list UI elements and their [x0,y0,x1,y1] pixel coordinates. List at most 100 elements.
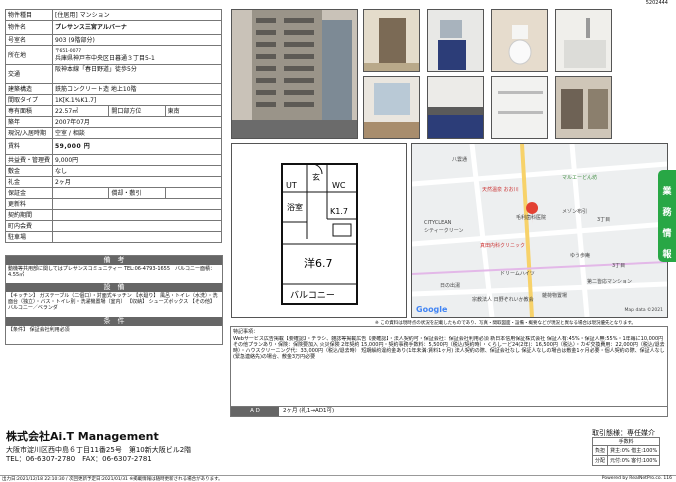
status-value: 空室 / 相談 [52,127,222,139]
building-photo [231,9,358,139]
floor-plan: 玄 UT WC 浴室 K1.7 洋6.7 バルコニー [281,163,358,305]
deposit-value: なし [52,165,222,177]
built-value: 2007年07月 [52,116,222,128]
building-image [232,10,357,138]
business-info-tab[interactable]: 業 務 情 報 [658,170,676,262]
plan-label-wc: WC [332,181,346,190]
property-name: プレサンス三宮アルバーナ [52,20,222,35]
type-label: 物件種目 [5,9,53,21]
kitchen-image [428,77,483,138]
type-value: [住居用] マンション [52,9,222,21]
layout-value: 1K[K.1%K1.7] [52,94,222,106]
map-label-1: マルエーどん坊 [562,175,598,181]
google-logo: Google [416,305,448,314]
map-label-10: 第二皆応マンション [587,279,633,285]
footer-right: Powered by RealNetPro.co. 116 [601,476,672,481]
address-value: 兵庫県神戸市中央区日暮通３丁目5-1 [55,55,155,62]
map-label-13: 宗教法人 日野ぞれいか教会 [472,297,534,303]
remarks-text: 動機等共用部に関してはプレサンスコミュニティー TEL:06-4793-1655… [8,266,215,278]
side-tab-char-1: 務 [662,208,672,218]
plan-label-kitchen: K1.7 [330,207,348,216]
guarantee-label: 保証金 [5,187,53,199]
photo-toilet [491,9,548,72]
side-tab-char-2: 情 [662,229,672,239]
amort-label: 償却・敷引 [108,187,166,199]
townfee-value [52,220,222,232]
map-label-11: ドリームハイツ [500,271,535,277]
photo-washroom [427,9,484,72]
structure-label: 建築構造 [5,83,53,95]
contract-label: 契約期間 [5,209,53,221]
map-label-12: 日の出湯 [440,283,461,289]
equipment-text: 【キッチン】 ガステーブル（二個口）・対面式キッチン 【水廻り】 風呂・トイレ（… [8,293,218,311]
lobby-image [556,77,611,138]
rent-label: 賃料 [5,138,53,155]
parking-label: 駐車場 [5,231,53,243]
fee-value: 9,000円 [52,154,222,166]
notes-panel: 備 考 動機等共用部に関してはプレサンスコミュニティー TEL:06-4793-… [5,255,223,345]
washroom-image [428,10,483,71]
special-text: Webサービス広告掲載【要確認】・チラシ、雑誌等掲載広告【要確認】・法人契約可・… [233,336,665,360]
special-label: 特記事項： [233,329,259,335]
plan-label-western: 洋6.7 [304,256,333,270]
remarks-header: 備 考 [6,256,222,265]
address-postal: 〒651-0077 [55,49,82,54]
address-label: 所在地 [5,45,53,65]
map-label-6: シティークリーン [424,228,464,234]
footer-left: 出力日:2021/12/18 22:10:30 / 次回更新予定日:2021/0… [2,477,223,482]
amort-value [164,187,223,199]
key-money-value: 2ヶ月 [52,176,222,188]
photo-kitchen [427,76,484,139]
bathroom-image [556,10,611,71]
entrance-image [364,10,419,71]
toilet-image [492,10,547,71]
map-label-9: ゆう歩庵 [570,253,591,259]
ad-label: A D [231,407,279,416]
townfee-label: 町内会費 [5,220,53,232]
area-value: 22.57㎡ [51,105,110,117]
commission-table: 手数料 負担 貸主:0% 借主:100% 分配 元付:0% 客付:100% [591,437,661,466]
property-spec-table: 物件種目 [住居用] マンション 物件名 プレサンス三宮アルバーナ 号室名 903 (… [5,9,223,243]
structure-value: 鉄筋コンクリート造 地上10階 [52,83,222,95]
map-label-3: メゾン布引 [562,209,588,215]
transport-value: 阪神本線「春日野道」徒歩5分 [52,64,222,84]
key-money-label: 礼金 [5,176,53,188]
fee-row2-label: 分配 [591,455,609,466]
photo-room [363,76,420,139]
map-data-credit: Map data ©2021 [624,308,663,313]
room-label: 号室名 [5,34,53,46]
guarantee-value [51,187,110,199]
rent-value: 59,000 円 [52,138,222,155]
name-label: 物件名 [5,20,53,35]
plan-label-entrance: 玄 [312,172,320,182]
fee-row2-value: 元付:0% 客付:100% [607,455,661,466]
plan-label-ut: UT [286,181,297,190]
plan-label-bath: 浴室 [287,202,303,212]
ad-value: 2ヶ月 (礼1→AD1可) [283,408,335,414]
map-label-14: 雑荷物置場 [542,293,568,299]
side-tab-char-0: 業 [662,187,672,197]
map-label-2: 天然温泉 おお川 [482,187,519,193]
map-label-4: 3丁目 [597,217,611,223]
map-panel[interactable]: 八雲通 マルエーどん坊 天然温泉 おお川 メゾン布引 3丁目 CITYCLEAN… [411,143,668,318]
map-label-7: 毛利歯科医院 [516,215,547,221]
fee-row1-label: 負担 [591,445,609,456]
direction-label: 開口部方位 [108,105,166,117]
special-notes-panel: 特記事項： Webサービス広告掲載【要確認】・チラシ、雑誌等掲載広告【要確認】・… [230,326,668,417]
equipment-header: 設 備 [6,283,222,292]
parking-value [52,231,222,243]
floor-plan-panel: 玄 UT WC 浴室 K1.7 洋6.7 バルコニー [231,143,407,318]
status-label: 現況/入居時期 [5,127,53,139]
deposit-label: 敷金 [5,165,53,177]
map-label-5: CITYCLEAN [424,220,452,226]
room-value: 903 (9階部分) [52,34,222,46]
company-name: 株式会社Ai.T Management [6,430,159,443]
contract-value [52,209,222,221]
conditions-text: 【条件】 保証会社利用必須 [8,327,70,333]
built-label: 築年 [5,116,53,128]
layout-label: 間取タイプ [5,94,53,106]
photo-bathroom [555,9,612,72]
photo-entrance [363,9,420,72]
conditions-header: 条 件 [6,317,222,326]
plan-label-balcony: バルコニー [290,290,335,301]
